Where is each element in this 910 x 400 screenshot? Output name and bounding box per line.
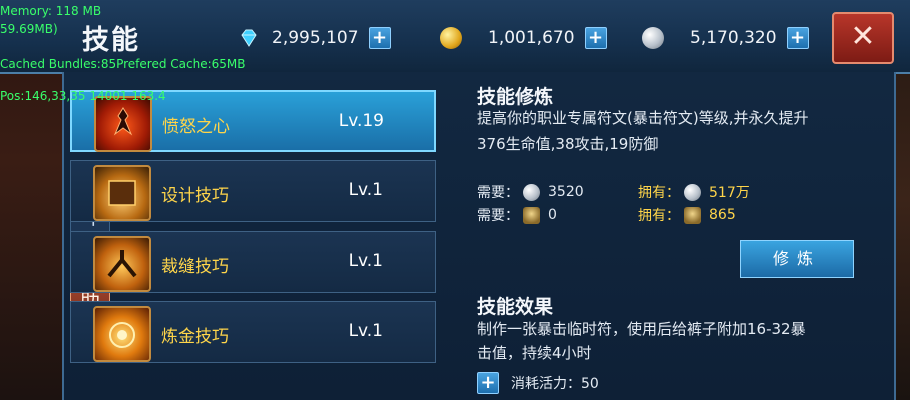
need-emblem-row: 需要： 0: [477, 205, 557, 225]
consume-label: 消耗活力：50: [511, 376, 599, 392]
need-emblem-value: 0: [548, 207, 557, 223]
rage-heart-icon: [94, 96, 152, 152]
diamond-icon: [241, 29, 257, 47]
add-diamond-button[interactable]: +: [368, 27, 391, 49]
tailor-skill-icon: [93, 236, 151, 292]
effect-desc-line1: 制作一张暴击临时符，使用后给裤子附加16-32暴: [477, 320, 806, 338]
skill-item-tailor[interactable]: 裁缝技巧 Lv.1: [70, 231, 436, 293]
skill-level: Lv.1: [348, 321, 383, 341]
skill-level: Lv.1: [348, 180, 383, 200]
gold-coin-icon: [440, 27, 462, 49]
silver-coin-icon: [642, 27, 664, 49]
skill-item-design[interactable]: 设计技巧 Lv.1: [70, 160, 436, 222]
close-button[interactable]: ✕: [832, 12, 894, 64]
silver-resource: 5,170,320 +: [642, 24, 809, 52]
own-label: 拥有：: [638, 185, 680, 201]
need-label: 需要：: [477, 208, 519, 224]
skill-item-alchemy[interactable]: 炼金技巧 Lv.1: [70, 301, 436, 363]
emblem-icon: [523, 206, 540, 224]
debug-cache: Cached Bundles:85Prefered Cache:65MB: [0, 57, 246, 71]
skill-level: Lv.19: [338, 111, 384, 131]
emblem-icon: [684, 206, 701, 224]
skill-name: 炼金技巧: [161, 327, 229, 347]
need-silver-row: 需要： 3520: [477, 182, 584, 202]
debug-pos: Pos:146,33,35 14001 163.4: [0, 89, 166, 103]
skill-name: 设计技巧: [161, 186, 229, 206]
close-icon: ✕: [850, 19, 876, 54]
debug-memory: Memory: 118 MB: [0, 4, 102, 18]
debug-fps: 59.69MB): [0, 22, 58, 36]
consume-row: + 消耗活力：50: [477, 372, 599, 394]
effect-desc-line2: 击值，持续4小时: [477, 344, 592, 362]
own-silver-value: 517万: [709, 185, 750, 201]
page-title: 技能: [82, 25, 140, 56]
own-emblem-value: 865: [709, 207, 736, 223]
diamond-amount: 2,995,107: [272, 28, 359, 48]
add-silver-button[interactable]: +: [786, 27, 809, 49]
own-emblem-row: 拥有： 865: [638, 205, 736, 225]
own-silver-row: 拥有： 517万: [638, 182, 750, 202]
own-label: 拥有：: [638, 208, 680, 224]
expand-button[interactable]: +: [477, 372, 499, 394]
skill-name: 裁缝技巧: [161, 257, 229, 277]
silver-amount: 5,170,320: [690, 28, 777, 48]
diamond-resource: 2,995,107 +: [238, 24, 391, 52]
design-skill-icon: [93, 165, 151, 221]
silver-coin-icon: [684, 183, 701, 201]
effect-title: 技能效果: [477, 296, 554, 318]
need-label: 需要：: [477, 185, 519, 201]
need-silver-value: 3520: [548, 184, 584, 200]
train-desc-line1: 提高你的职业专属符文(暴击符文)等级,并永久提升: [477, 109, 809, 127]
train-button[interactable]: 修炼: [740, 240, 854, 278]
add-gold-button[interactable]: +: [584, 27, 607, 49]
train-desc-line2: 376生命值,38攻击,19防御: [477, 135, 659, 153]
gold-resource: 1,001,670 +: [440, 24, 607, 52]
skill-name: 愤怒之心: [162, 117, 230, 137]
skill-level: Lv.1: [348, 251, 383, 271]
gold-amount: 1,001,670: [488, 28, 575, 48]
alchemy-skill-icon: [93, 306, 151, 362]
silver-coin-icon: [523, 183, 540, 201]
